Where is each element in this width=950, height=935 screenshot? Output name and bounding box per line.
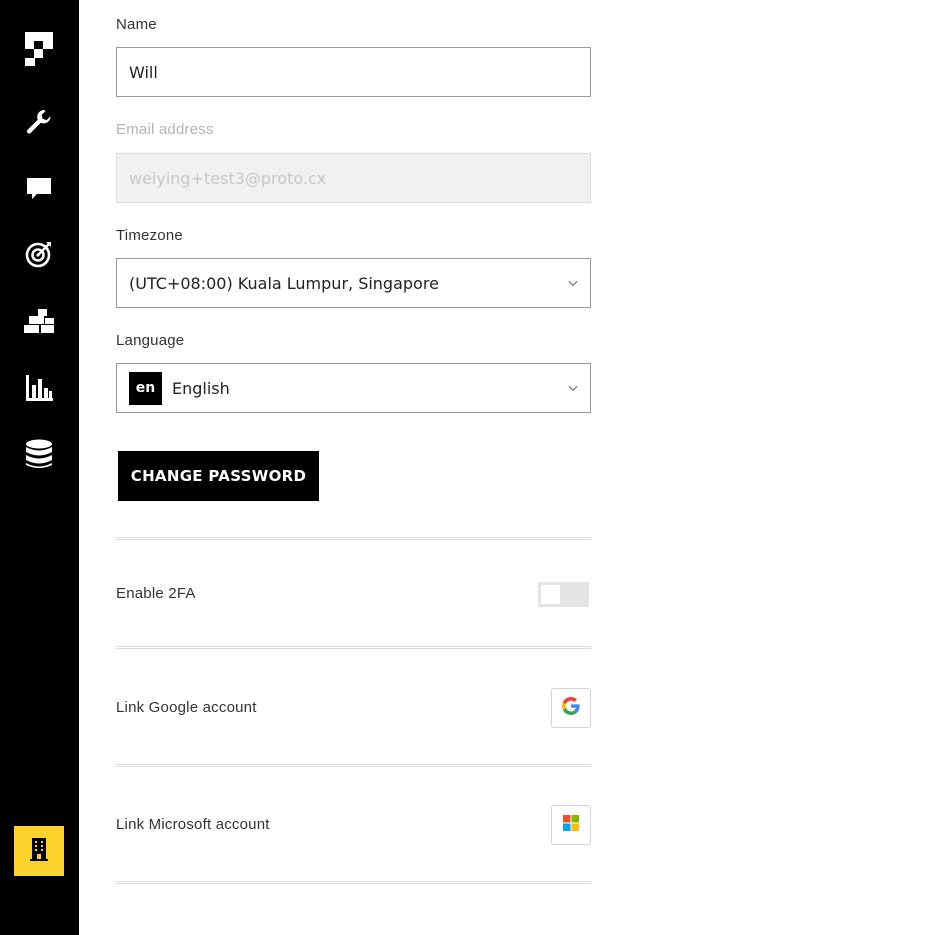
toggle-knob (541, 585, 560, 604)
email-label: Email address (116, 121, 214, 138)
timezone-value: (UTC+08:00) Kuala Lumpur, Singapore (129, 273, 439, 293)
name-label: Name (116, 16, 157, 33)
google-icon (562, 696, 580, 720)
language-value: English (172, 378, 230, 398)
database-icon[interactable] (24, 439, 54, 469)
divider (116, 646, 591, 649)
divider (116, 881, 591, 884)
building-icon (30, 837, 48, 866)
chevron-down-icon (568, 278, 578, 288)
link-google-button[interactable] (551, 688, 591, 728)
language-code-badge: en (129, 371, 162, 405)
divider (116, 764, 591, 767)
blocks-icon[interactable] (24, 306, 54, 336)
link-microsoft-label: Link Microsoft account (116, 816, 270, 833)
name-input[interactable] (116, 47, 591, 97)
timezone-select[interactable]: (UTC+08:00) Kuala Lumpur, Singapore (116, 258, 591, 308)
target-icon[interactable] (24, 239, 54, 269)
link-microsoft-button[interactable] (551, 805, 591, 845)
timezone-label: Timezone (116, 227, 183, 244)
logo-icon[interactable] (24, 32, 54, 66)
language-label: Language (116, 332, 185, 349)
divider (116, 537, 591, 540)
sidebar (0, 0, 79, 935)
chat-icon[interactable] (24, 174, 54, 204)
bar-chart-icon[interactable] (24, 373, 54, 403)
wrench-icon[interactable] (24, 107, 54, 137)
enable-2fa-label: Enable 2FA (116, 585, 196, 602)
chevron-down-icon (568, 383, 578, 393)
change-password-button[interactable]: CHANGE PASSWORD (118, 451, 319, 501)
enable-2fa-toggle[interactable] (538, 582, 589, 607)
link-google-label: Link Google account (116, 699, 257, 716)
organization-button[interactable] (14, 826, 64, 876)
email-input (116, 153, 591, 203)
language-select[interactable]: en English (116, 363, 591, 413)
microsoft-icon (563, 814, 579, 836)
